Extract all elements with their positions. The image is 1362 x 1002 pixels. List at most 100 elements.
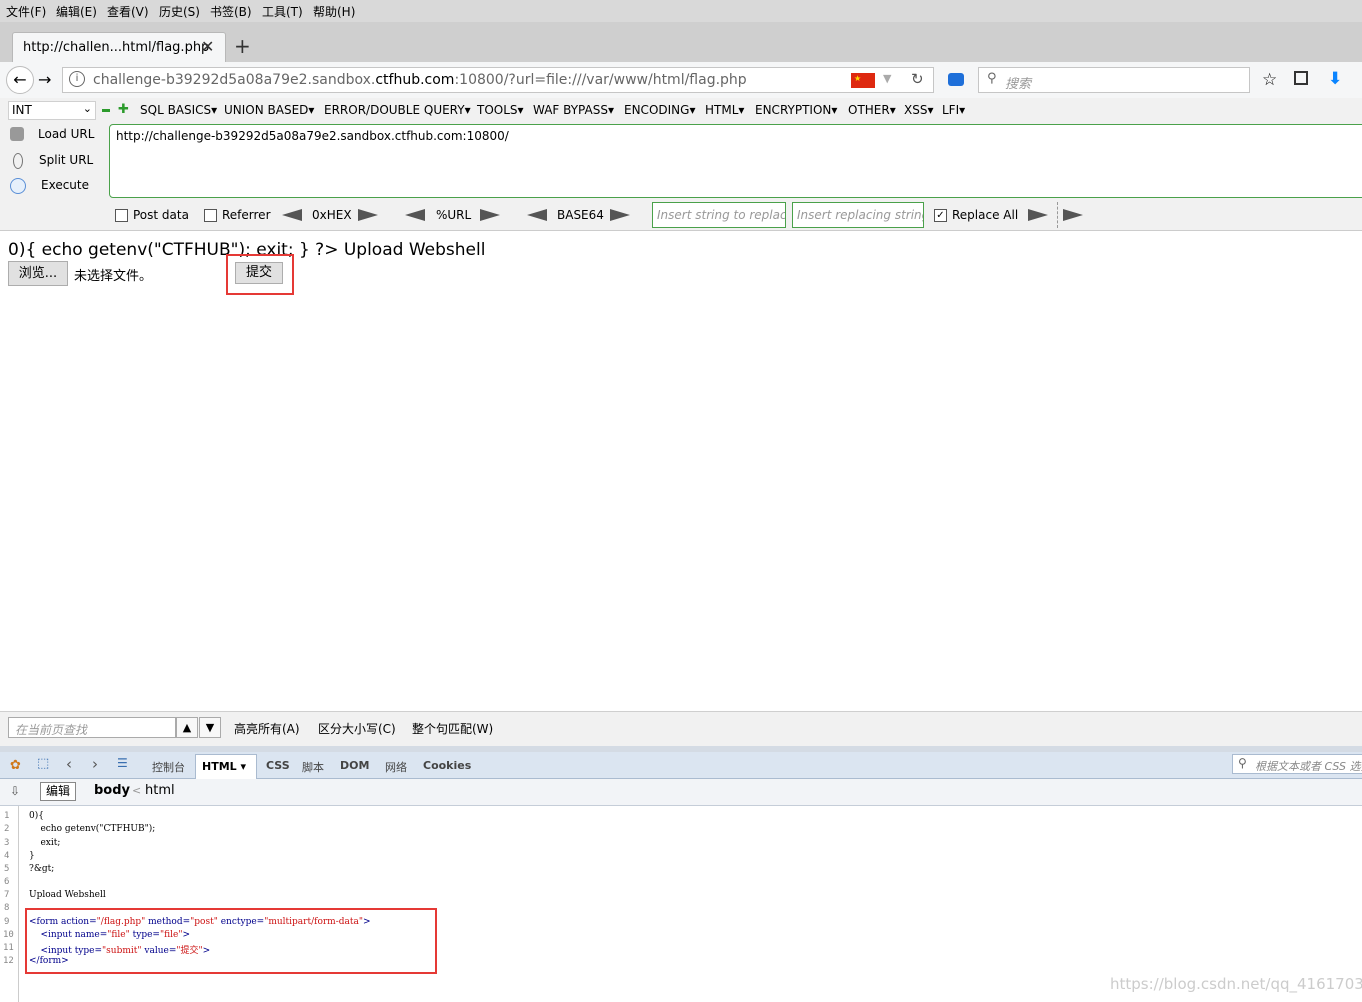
download-icon[interactable]: ⬇ [1328,69,1342,89]
left-arrow-icon[interactable] [527,209,547,221]
menu-encryption[interactable]: ENCRYPTION▾ [755,103,837,117]
hex-label: 0xHEX [312,208,352,222]
menu-encoding[interactable]: ENCODING▾ [624,103,695,117]
tab-html-label: HTML ▾ [202,760,247,773]
close-icon[interactable]: ✕ [201,37,214,56]
tab-html[interactable]: HTML ▾ [195,754,257,779]
line-gutter [0,806,19,1002]
plus-icon[interactable]: ✚ [118,102,129,117]
search-icon: ⚲ [987,71,997,86]
menu-tools[interactable]: 工具(T) [262,3,303,20]
tab-css[interactable]: CSS [266,759,290,772]
replace-string-input[interactable]: Insert string to replace [652,202,786,228]
bookmark-star-icon[interactable]: ☆ [1262,70,1277,90]
tab-net[interactable]: 网络 [385,759,407,775]
edit-button[interactable]: 编辑 [40,782,76,801]
execute-button[interactable]: Execute [10,178,89,194]
back-button[interactable]: ← [6,66,34,94]
search-input[interactable]: ⚲ 搜索 [978,67,1250,93]
type-select-value: INT [12,103,32,117]
right-arrow-icon[interactable] [1063,209,1083,221]
tab-script[interactable]: 脚本 [302,759,324,775]
right-arrow-icon[interactable] [610,209,630,221]
menu-union-based[interactable]: UNION BASED▾ [224,103,314,117]
find-placeholder: 在当前页查找 [15,723,88,737]
browse-button[interactable]: 浏览... [8,261,68,286]
code-line: } [29,851,35,861]
referrer-checkbox[interactable] [204,209,217,222]
tab-title: http://challen...html/flag.php [23,40,210,55]
replace-all-checkbox[interactable]: ✓ [934,209,947,222]
type-select[interactable]: INT ⌄ [8,101,96,120]
right-arrow-icon[interactable] [358,209,378,221]
reload-button[interactable]: ↻ [911,70,924,88]
menu-lfi[interactable]: LFI▾ [942,103,965,117]
url-bar[interactable]: i challenge-b39292d5a08a79e2.sandbox.ctf… [62,67,934,93]
breadcrumb-body[interactable]: body [94,783,130,798]
menu-bookmarks[interactable]: 书签(B) [210,3,252,20]
menu-file[interactable]: 文件(F) [6,3,46,20]
extension-icon[interactable] [948,73,964,86]
scissors-icon [13,153,23,169]
post-data-label: Post data [133,208,189,222]
new-tab-button[interactable]: + [234,34,251,58]
line-number: 4 [4,851,10,861]
code-line: ?&gt; [29,864,55,874]
menu-waf-bypass[interactable]: WAF BYPASS▾ [533,103,614,117]
left-arrow-icon[interactable] [405,209,425,221]
tab-console[interactable]: 控制台 [152,759,185,775]
menu-tools-hb[interactable]: TOOLS▾ [477,103,524,117]
right-arrow-icon[interactable] [1028,209,1048,221]
menu-xss[interactable]: XSS▾ [904,103,933,117]
firebug-icon[interactable]: ✿ [10,758,21,773]
library-icon[interactable] [1294,71,1308,85]
menu-view[interactable]: 查看(V) [107,3,149,20]
url-text: challenge-b39292d5a08a79e2.sandbox.ctfhu… [93,72,747,88]
replace-all-label: Replace All [952,208,1019,222]
menu-error-double-query[interactable]: ERROR/DOUBLE QUERY▾ [324,103,471,117]
find-next-button[interactable]: ▼ [199,717,221,738]
watermark: https://blog.csdn.net/qq_41617034 [1110,975,1362,993]
minus-icon[interactable] [102,109,110,112]
whole-word-option[interactable]: 整个句匹配(W) [412,720,493,737]
menu-edit[interactable]: 编辑(E) [56,3,97,20]
code-line: exit; [29,838,61,848]
left-arrow-icon[interactable] [282,209,302,221]
tab-cookies[interactable]: Cookies [423,759,471,772]
highlight-all-option[interactable]: 高亮所有(A) [234,720,300,737]
dock-icon[interactable]: ⇩ [10,784,20,798]
menu-help[interactable]: 帮助(H) [313,3,355,20]
tab-dom[interactable]: DOM [340,759,369,772]
code-line: Upload Webshell [29,890,106,900]
forward-button[interactable]: → [38,70,51,89]
line-number: 12 [3,956,14,966]
replacing-string-input[interactable]: Insert replacing string [792,202,924,228]
browser-tab[interactable]: http://challen...html/flag.php ✕ [12,32,226,63]
info-icon[interactable]: i [69,71,85,87]
inspect-icon[interactable]: ⬚ [37,756,49,771]
breadcrumb-bar [0,779,1362,806]
dropdown-icon[interactable]: ▼ [883,72,891,85]
find-input[interactable]: 在当前页查找 [8,717,176,738]
url-textarea-value: http://challenge-b39292d5a08a79e2.sandbo… [116,129,509,143]
chevron-left-icon[interactable]: ‹ [66,755,72,773]
menu-history[interactable]: 历史(S) [159,3,200,20]
load-url-button[interactable]: Load URL [10,127,94,141]
no-file-label: 未选择文件。 [74,269,153,284]
menu-html[interactable]: HTML▾ [705,103,744,117]
url-textarea[interactable]: http://challenge-b39292d5a08a79e2.sandbo… [109,124,1362,198]
post-data-checkbox[interactable] [115,209,128,222]
firebug-search-input[interactable]: ⚲ 根据文本或者 CSS 选择 [1232,754,1362,774]
menu-other[interactable]: OTHER▾ [848,103,896,117]
line-number: 3 [4,838,10,848]
china-flag-icon: ★ [851,73,875,88]
menu-bar: 文件(F) 编辑(E) 查看(V) 历史(S) 书签(B) 工具(T) 帮助(H… [0,0,1362,22]
match-case-option[interactable]: 区分大小写(C) [318,720,396,737]
menu-sql-basics[interactable]: SQL BASICS▾ [140,103,217,117]
right-arrow-icon[interactable] [480,209,500,221]
split-url-button[interactable]: Split URL [13,153,93,169]
find-previous-button[interactable]: ▲ [176,717,198,738]
chevron-right-icon[interactable]: › [92,755,98,773]
list-icon[interactable]: ☰ [117,756,128,770]
breadcrumb-html[interactable]: html [145,783,175,798]
